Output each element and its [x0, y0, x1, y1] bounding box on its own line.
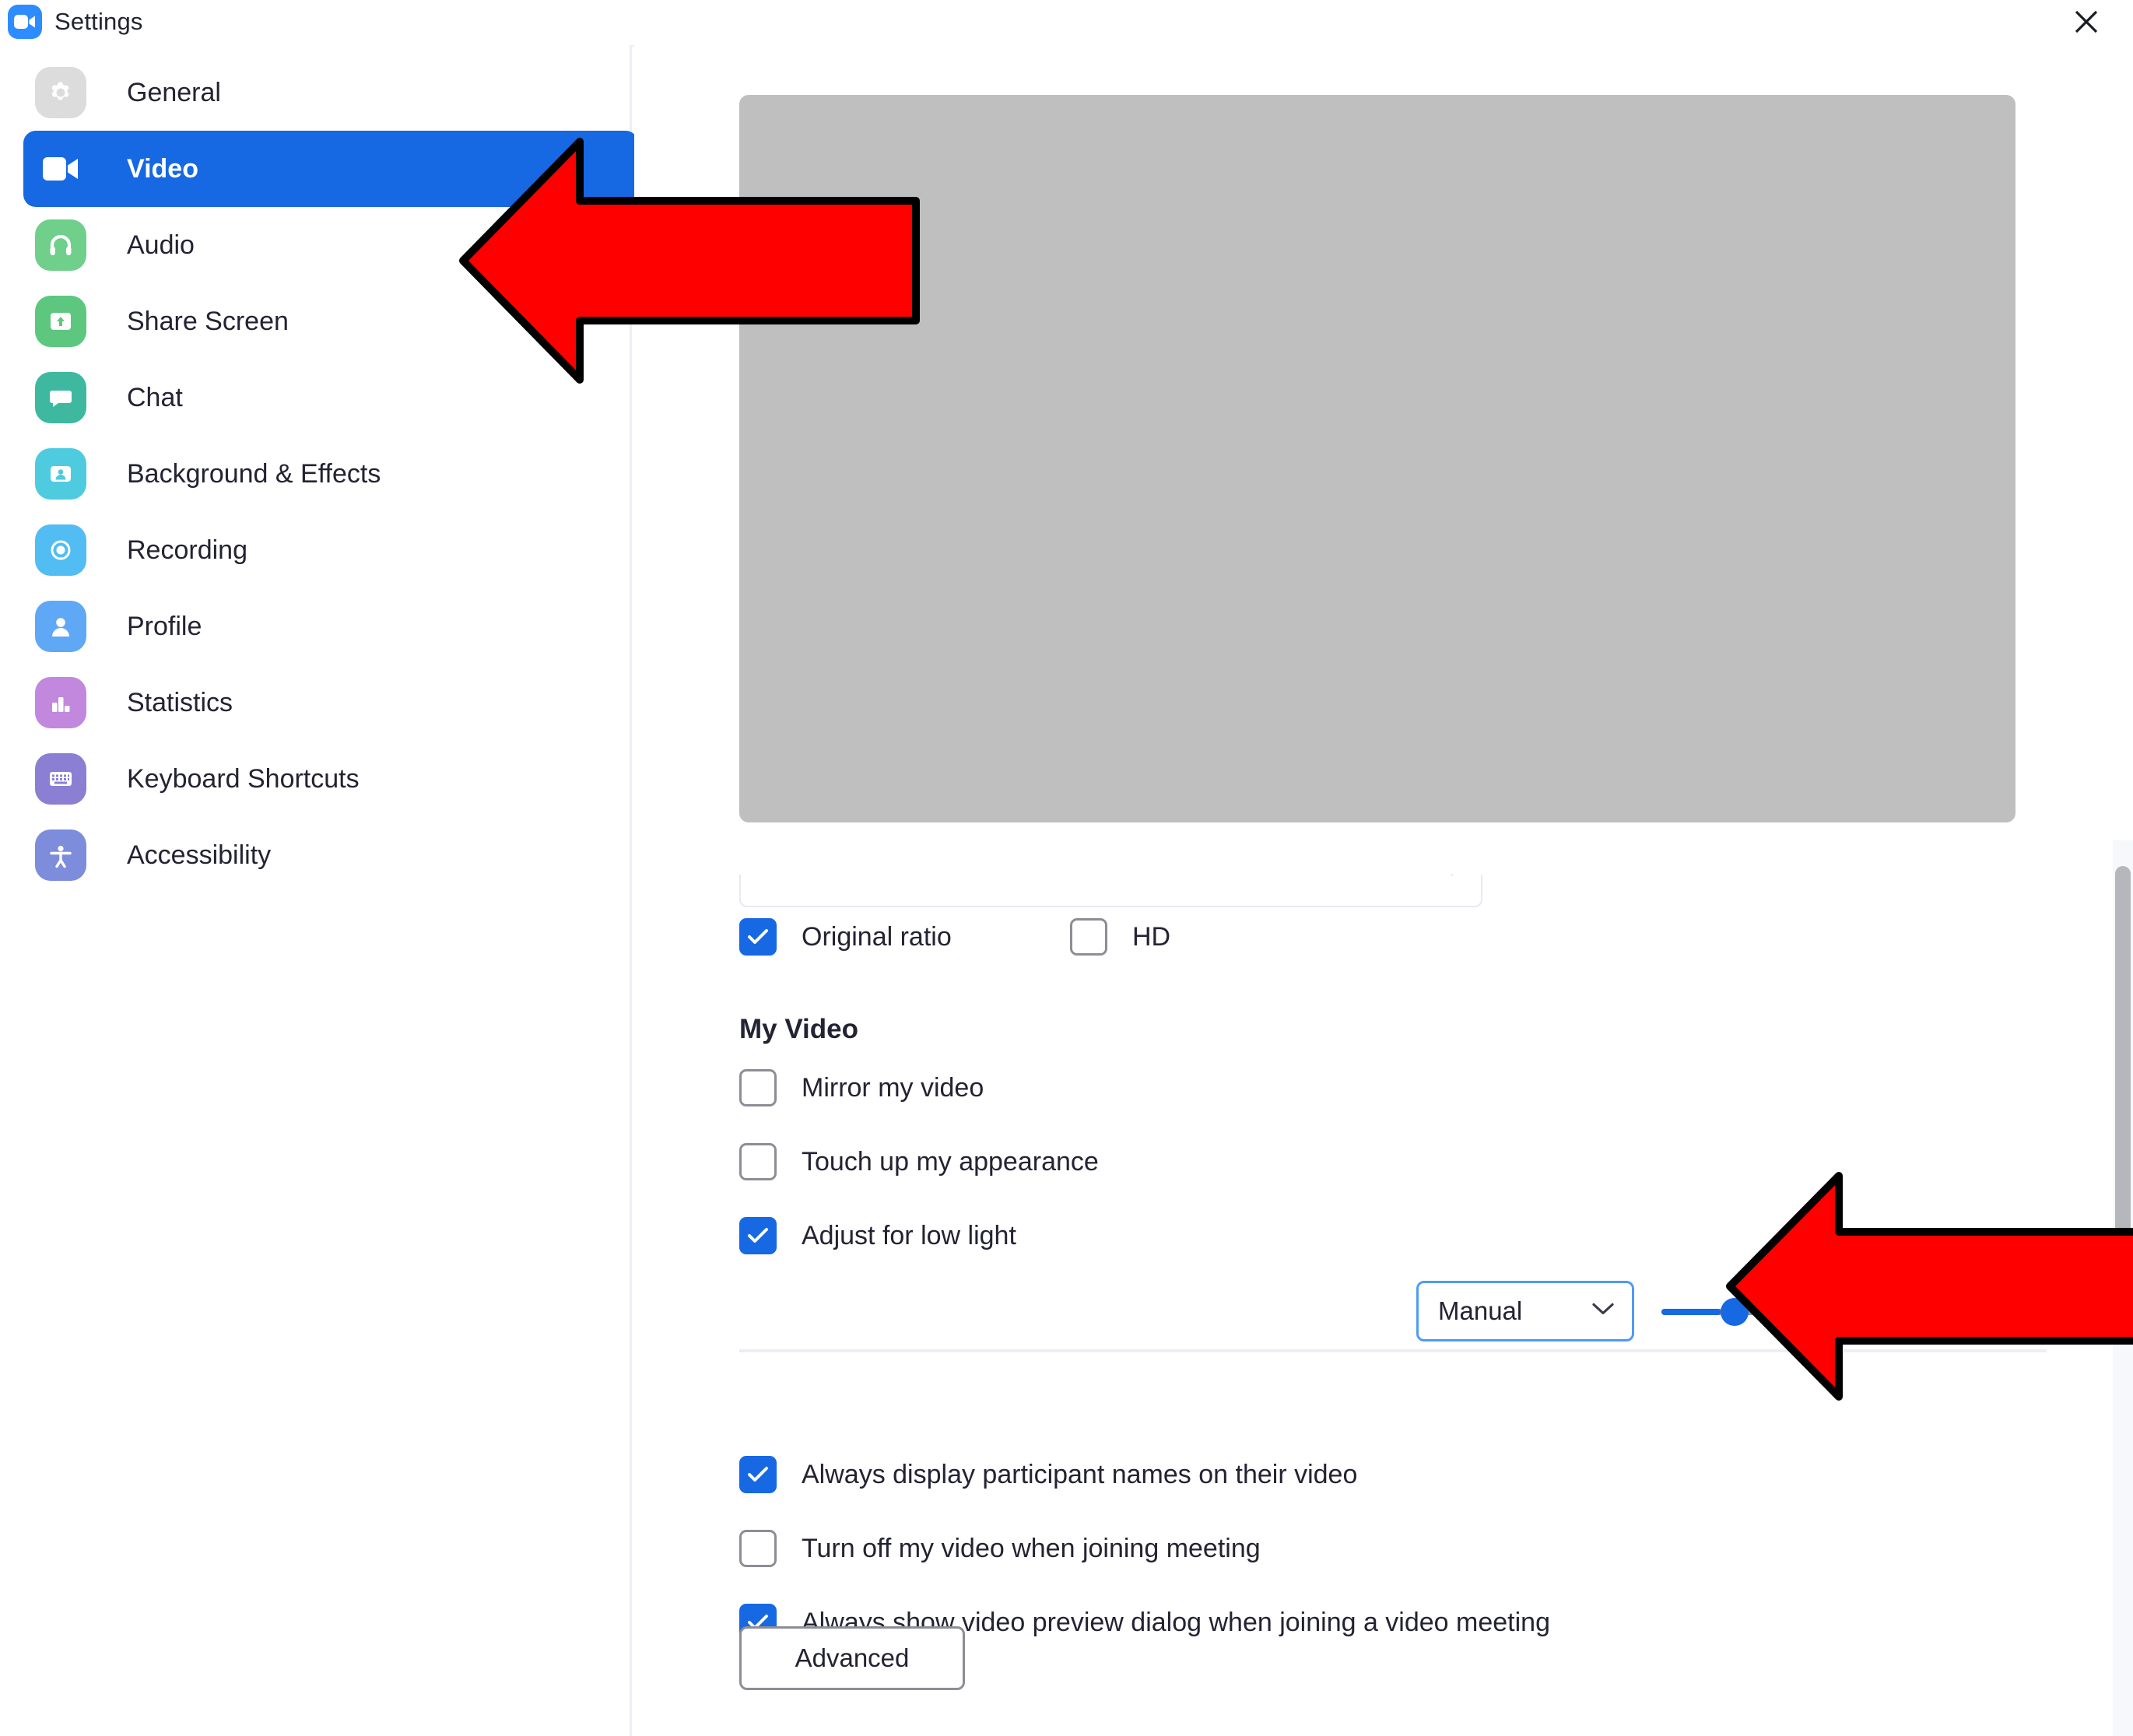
sidebar-item-label: Recording: [127, 535, 247, 565]
sidebar-item-profile[interactable]: Profile: [23, 588, 638, 665]
gear-icon: [35, 67, 86, 118]
video-settings-panel: Original ratio HD My Video Mirror my vid…: [634, 45, 2133, 1736]
mirror-my-video-row[interactable]: Mirror my video: [739, 1069, 984, 1106]
always-display-names-row[interactable]: Always display participant names on thei…: [739, 1456, 1357, 1493]
sidebar-item-label: Profile: [127, 611, 202, 641]
close-icon[interactable]: [2040, 0, 2133, 44]
sidebar-item-general[interactable]: General: [23, 54, 638, 131]
window-title: Settings: [54, 8, 143, 35]
hd-checkbox[interactable]: [1070, 918, 1107, 956]
scrollbar-thumb[interactable]: [2115, 866, 2131, 1302]
video-camera-icon: [35, 143, 86, 195]
low-light-mode-select[interactable]: Manual: [1416, 1281, 1634, 1341]
sidebar-item-label: Statistics: [127, 687, 233, 717]
share-screen-icon: [35, 296, 86, 347]
sidebar-item-audio[interactable]: Audio: [23, 207, 638, 283]
record-circle-icon: [35, 524, 86, 576]
turn-off-video-joining-row[interactable]: Turn off my video when joining meeting: [739, 1530, 1261, 1567]
low-light-mode-value: Manual: [1438, 1296, 1523, 1325]
adjust-low-light-row[interactable]: Adjust for low light: [739, 1217, 1016, 1254]
sidebar-item-chat[interactable]: Chat: [23, 359, 638, 436]
original-ratio-label: Original ratio: [802, 921, 952, 952]
sidebar-item-label: Share Screen: [127, 306, 289, 336]
original-ratio-checkbox[interactable]: [739, 918, 777, 956]
background-person-icon: [35, 448, 86, 500]
hd-label: HD: [1132, 921, 1171, 952]
slider-fill: [1661, 1309, 1721, 1315]
original-ratio-row[interactable]: Original ratio: [739, 918, 952, 956]
turn-off-video-joining-checkbox[interactable]: [739, 1530, 777, 1567]
sidebar-item-keyboard-shortcuts[interactable]: Keyboard Shortcuts: [23, 741, 638, 817]
low-light-intensity-slider[interactable]: [1661, 1296, 2004, 1327]
zoom-video-icon: [8, 5, 42, 39]
adjust-low-light-checkbox[interactable]: [739, 1217, 777, 1254]
keyboard-icon: [35, 753, 86, 805]
sidebar-item-background-effects[interactable]: Background & Effects: [23, 436, 638, 512]
hd-row[interactable]: HD: [1070, 918, 1170, 956]
sidebar-item-statistics[interactable]: Statistics: [23, 665, 638, 741]
window-titlebar: Settings: [0, 0, 2133, 47]
always-display-names-checkbox[interactable]: [739, 1456, 777, 1493]
section-divider: [739, 1349, 2047, 1352]
sidebar-item-label: General: [127, 77, 221, 107]
my-video-heading: My Video: [739, 1014, 859, 1044]
chevron-down-icon: [1591, 1303, 1615, 1320]
sidebar-item-recording[interactable]: Recording: [23, 512, 638, 588]
touch-up-appearance-label: Touch up my appearance: [802, 1146, 1099, 1177]
sidebar-item-label: Video: [127, 153, 198, 184]
mirror-my-video-label: Mirror my video: [802, 1072, 984, 1103]
camera-select-fade-overlay: [728, 839, 1506, 875]
person-icon: [35, 601, 86, 652]
headset-icon: [35, 219, 86, 271]
video-preview-placeholder: [739, 95, 2015, 822]
advanced-button[interactable]: Advanced: [739, 1626, 965, 1690]
adjust-low-light-label: Adjust for low light: [802, 1220, 1016, 1250]
always-display-names-label: Always display participant names on thei…: [802, 1459, 1358, 1489]
mirror-my-video-checkbox[interactable]: [739, 1069, 777, 1106]
turn-off-video-joining-label: Turn off my video when joining meeting: [802, 1533, 1261, 1563]
accessibility-icon: [35, 829, 86, 881]
sidebar-item-share-screen[interactable]: Share Screen: [23, 283, 638, 359]
touch-up-appearance-checkbox[interactable]: [739, 1143, 777, 1180]
sidebar-item-label: Background & Effects: [127, 458, 381, 489]
chat-bubble-icon: [35, 372, 86, 423]
sidebar-item-video[interactable]: Video: [23, 131, 638, 207]
sidebar-item-label: Accessibility: [127, 840, 272, 870]
sidebar-item-accessibility[interactable]: Accessibility: [23, 817, 638, 893]
bar-chart-icon: [35, 677, 86, 728]
sidebar-item-label: Keyboard Shortcuts: [127, 763, 360, 794]
slider-thumb[interactable]: [1721, 1298, 1749, 1326]
settings-sidebar: General Video Audio Share Screen Chat Ba…: [0, 45, 638, 1736]
sidebar-item-label: Chat: [127, 382, 183, 412]
touch-up-appearance-row[interactable]: Touch up my appearance: [739, 1143, 1099, 1180]
sidebar-item-label: Audio: [127, 230, 195, 260]
